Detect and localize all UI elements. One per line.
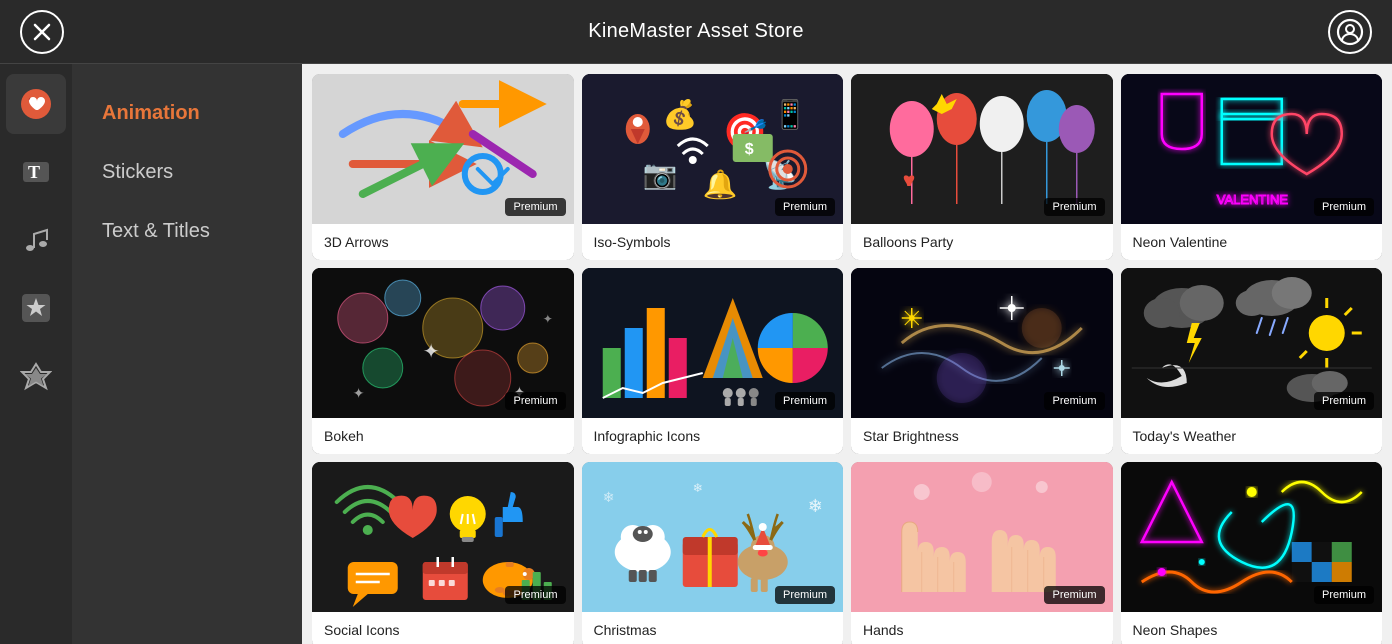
asset-card-xmas-stickers[interactable]: ❄ ❄ ❄ Premium Christmas xyxy=(582,462,844,644)
premium-badge: Premium xyxy=(1314,198,1374,216)
asset-card-todays-weather[interactable]: Premium Today's Weather xyxy=(1121,268,1383,454)
asset-name: Neon Shapes xyxy=(1121,612,1383,644)
premium-badge: Premium xyxy=(1314,586,1374,604)
asset-card-bokeh[interactable]: ✦ ✦ ✦ ✦ PremiumBokeh xyxy=(312,268,574,454)
asset-name: Today's Weather xyxy=(1121,418,1383,454)
icon-sidebar: T xyxy=(0,64,72,644)
profile-button[interactable] xyxy=(1328,10,1372,54)
asset-name: Star Brightness xyxy=(851,418,1113,454)
asset-grid: Premium3D Arrows 📍 💰 🎯 📱 📷 🔔 📡 $ Premium… xyxy=(312,74,1382,644)
svg-text:💰: 💰 xyxy=(662,98,697,131)
asset-card-neon-shapes[interactable]: Premium Neon Shapes xyxy=(1121,462,1383,644)
asset-name: 3D Arrows xyxy=(312,224,574,260)
asset-card-infographic-icons[interactable]: Premium Infographic Icons xyxy=(582,268,844,454)
asset-card-neon-valentine[interactable]: VALENTINE Premium Neon Valentine xyxy=(1121,74,1383,260)
asset-name: Infographic Icons xyxy=(582,418,844,454)
premium-badge: Premium xyxy=(775,198,835,216)
category-stickers[interactable]: Stickers xyxy=(72,143,302,202)
asset-name: Social Icons xyxy=(312,612,574,644)
svg-text:🔔: 🔔 xyxy=(702,169,737,201)
sidebar-item-text[interactable]: T xyxy=(6,142,66,202)
asset-name: Christmas xyxy=(582,612,844,644)
svg-text:$: $ xyxy=(744,141,753,158)
svg-text:📷: 📷 xyxy=(642,159,677,191)
premium-badge: Premium xyxy=(1044,198,1104,216)
asset-name: Iso-Symbols xyxy=(582,224,844,260)
asset-name: Bokeh xyxy=(312,418,574,454)
category-text-titles[interactable]: Text & Titles xyxy=(72,202,302,261)
asset-card-social-icons[interactable]: Premium Social Icons xyxy=(312,462,574,644)
top-bar: KineMaster Asset Store xyxy=(0,0,1392,64)
premium-badge: Premium xyxy=(775,586,835,604)
premium-badge: Premium xyxy=(1314,392,1374,410)
asset-card-3d-arrows[interactable]: Premium 3D Arrows xyxy=(312,74,574,260)
sidebar-item-heart[interactable] xyxy=(6,74,66,134)
premium-badge: Premium xyxy=(1044,392,1104,410)
app-title: KineMaster Asset Store xyxy=(588,20,804,43)
svg-text:T: T xyxy=(28,162,40,182)
premium-badge: Premium xyxy=(505,586,565,604)
svg-text:✦: ✦ xyxy=(423,341,440,363)
svg-text:❄: ❄ xyxy=(692,481,702,495)
svg-text:✦: ✦ xyxy=(353,385,365,401)
svg-text:📱: 📱 xyxy=(772,98,807,131)
close-button[interactable] xyxy=(20,10,64,54)
category-sidebar: Animation Stickers Text & Titles xyxy=(72,64,302,644)
sidebar-item-music[interactable] xyxy=(6,210,66,270)
sidebar-item-premium[interactable] xyxy=(6,346,66,406)
main-content: T Animation Stickers Text & Tit xyxy=(0,64,1392,644)
svg-text:✦: ✦ xyxy=(543,312,553,326)
asset-name: Balloons Party xyxy=(851,224,1113,260)
asset-name: Hands xyxy=(851,612,1113,644)
premium-badge: Premium xyxy=(505,392,565,410)
asset-card-balloons-party[interactable]: Premium Balloons Party xyxy=(851,74,1113,260)
svg-text:❄: ❄ xyxy=(807,496,822,516)
svg-text:VALENTINE: VALENTINE xyxy=(1216,192,1288,207)
premium-badge: Premium xyxy=(1044,586,1104,604)
premium-badge: Premium xyxy=(775,392,835,410)
asset-card-hands[interactable]: Premium Hands xyxy=(851,462,1113,644)
asset-name: Neon Valentine xyxy=(1121,224,1383,260)
asset-card-star-brightness[interactable]: Premium Star Brightness xyxy=(851,268,1113,454)
premium-badge: Premium xyxy=(505,198,565,216)
svg-text:❄: ❄ xyxy=(602,489,614,505)
asset-card-iso-symbols[interactable]: 📍 💰 🎯 📱 📷 🔔 📡 $ PremiumIso-Symbols xyxy=(582,74,844,260)
asset-grid-container[interactable]: Premium3D Arrows 📍 💰 🎯 📱 📷 🔔 📡 $ Premium… xyxy=(302,64,1392,644)
category-animation[interactable]: Animation xyxy=(72,84,302,143)
sidebar-item-effects[interactable] xyxy=(6,278,66,338)
